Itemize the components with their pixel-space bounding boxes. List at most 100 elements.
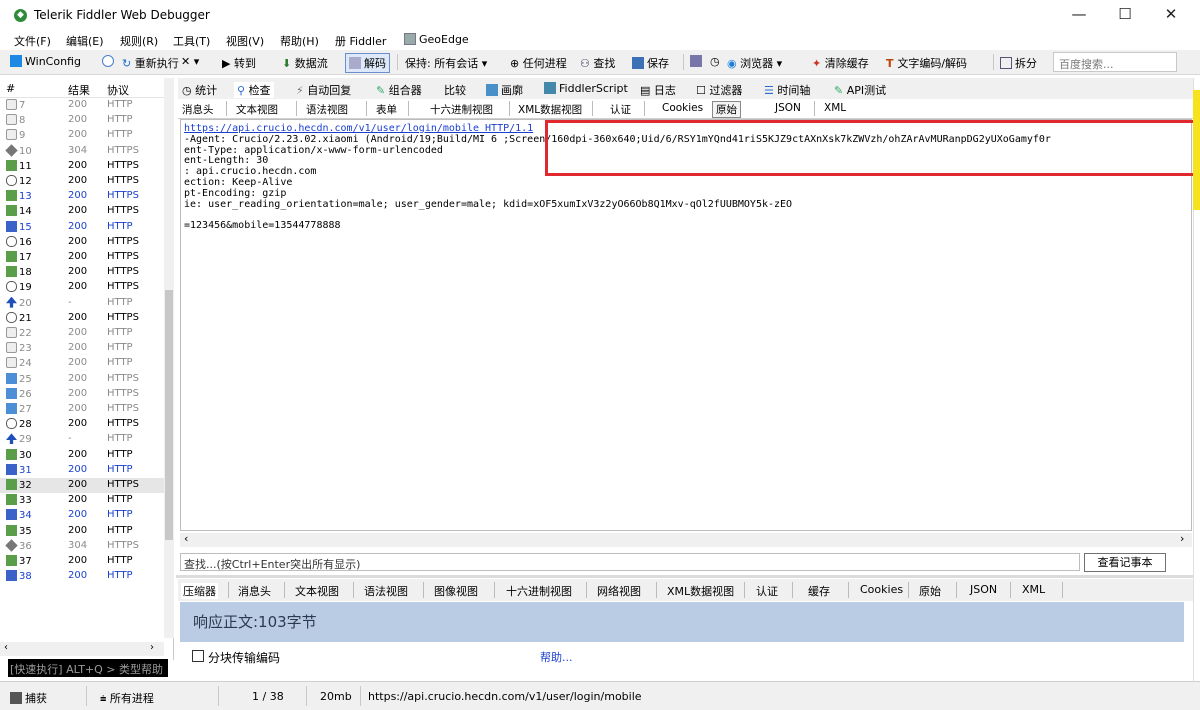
menu-view[interactable]: 视图(V) (226, 33, 264, 49)
session-row[interactable]: 17 200 HTTPS (0, 250, 164, 265)
replay-button[interactable]: ↻ 重新执行 (122, 55, 179, 71)
tab-resp-xml[interactable]: XML (1022, 583, 1045, 596)
column-header-protocol[interactable]: 协议 (107, 82, 129, 98)
scroll-right-icon[interactable]: › (150, 642, 154, 653)
session-row[interactable]: 14 200 HTTPS (0, 204, 164, 219)
session-row[interactable]: 7 200 HTTP (0, 98, 164, 113)
tab-resp-headers[interactable]: 消息头 (238, 583, 271, 599)
tab-req-xmlview[interactable]: XML数据视图 (516, 102, 584, 117)
session-row[interactable]: 37 200 HTTP (0, 554, 164, 569)
tearoff-button[interactable]: 拆分 (1000, 55, 1037, 71)
clear-cache-button[interactable]: ✦ 清除缓存 (812, 55, 869, 71)
winconfig-button[interactable]: WinConfig (10, 55, 81, 68)
session-row[interactable]: 22 200 HTTP (0, 326, 164, 341)
session-row[interactable]: 18 200 HTTPS (0, 265, 164, 280)
session-row[interactable]: 11 200 HTTPS (0, 159, 164, 174)
session-row[interactable]: 31 200 HTTP (0, 463, 164, 478)
menu-geoedge[interactable]: GeoEdge (404, 33, 469, 46)
tab-resp-imageview[interactable]: 图像视图 (434, 583, 478, 599)
session-row[interactable]: 30 200 HTTP (0, 448, 164, 463)
tab-filters[interactable]: ☐ 过滤器 (696, 82, 742, 98)
tab-composer[interactable]: ✎ 组合器 (376, 82, 422, 98)
menu-file[interactable]: 文件(F) (14, 33, 51, 49)
view-in-notepad-button[interactable]: 查看记事本 (1084, 553, 1166, 572)
tab-log[interactable]: ▤ 日志 (640, 82, 676, 98)
menu-fiddler[interactable]: 册 Fiddler (335, 33, 386, 49)
tab-req-cookies[interactable]: Cookies (660, 102, 705, 114)
go-button[interactable]: ▶ 转到 (222, 55, 256, 71)
session-row[interactable]: 21 200 HTTPS (0, 311, 164, 326)
session-row[interactable]: 38 200 HTTP (0, 569, 164, 584)
scroll-right-icon[interactable]: › (1180, 532, 1184, 545)
search-input[interactable]: 百度搜索... (1053, 52, 1177, 72)
session-row[interactable]: 10 304 HTTPS (0, 143, 164, 159)
tab-resp-syntaxview[interactable]: 语法视图 (364, 583, 408, 599)
tab-resp-xmlview[interactable]: XML数据视图 (667, 583, 734, 599)
timer-icon[interactable]: ◷ (710, 55, 720, 68)
maximize-button[interactable]: ☐ (1102, 0, 1148, 30)
browse-button[interactable]: ◉ 浏览器 ▾ (727, 55, 782, 71)
tab-req-textview[interactable]: 文本视图 (234, 102, 280, 117)
pane-splitter[interactable] (176, 575, 1193, 578)
process-filter[interactable]: ⩧ 所有进程 (100, 690, 154, 706)
tab-resp-textview[interactable]: 文本视图 (295, 583, 339, 599)
request-url-line[interactable]: https://api.crucio.hecdn.com/v1/user/log… (184, 123, 533, 134)
session-row[interactable]: 26 200 HTTPS (0, 387, 164, 402)
tab-req-raw[interactable]: 原始 (712, 101, 741, 118)
session-row[interactable]: 16 200 HTTPS (0, 235, 164, 250)
menu-rules[interactable]: 规则(R) (120, 33, 158, 49)
session-row[interactable]: 36 304 HTTPS (0, 539, 164, 554)
comment-icon[interactable] (102, 55, 117, 68)
remove-button[interactable]: ✕ ▾ (181, 55, 199, 68)
capture-toggle[interactable]: 捕获 (10, 690, 47, 706)
tab-req-syntaxview[interactable]: 语法视图 (304, 102, 350, 117)
menu-edit[interactable]: 编辑(E) (66, 33, 104, 49)
session-row[interactable]: 35 200 HTTP (0, 524, 164, 539)
tab-inspectors[interactable]: ⚲ 检查 (234, 82, 274, 98)
session-row[interactable]: 23 200 HTTP (0, 341, 164, 356)
session-row[interactable]: 9 200 HTTP (0, 128, 164, 143)
text-encode-button[interactable]: T 文字编码/解码 (886, 55, 967, 71)
session-row[interactable]: 8 200 HTTP (0, 113, 164, 128)
column-header-result[interactable]: 结果 (68, 82, 90, 98)
session-row[interactable]: 20 - HTTP (0, 296, 164, 311)
find-button[interactable]: ⚇ 查找 (580, 55, 615, 71)
save-button[interactable]: 保存 (632, 55, 669, 71)
tab-resp-hexview[interactable]: 十六进制视图 (506, 583, 572, 599)
chunked-encoding-checkbox[interactable] (192, 650, 204, 662)
session-list-scroll-thumb[interactable] (165, 290, 173, 540)
quickexec-input[interactable]: [快速执行] ALT+Q > 类型帮助 (8, 659, 168, 677)
screenshot-icon[interactable] (690, 55, 705, 68)
minimize-button[interactable]: — (1056, 0, 1102, 30)
column-header-number[interactable]: # (6, 82, 15, 95)
tab-req-json[interactable]: JSON (773, 102, 803, 114)
tab-req-headers[interactable]: 消息头 (180, 102, 216, 117)
stream-button[interactable]: ⬇ 数据流 (282, 55, 328, 71)
tab-resp-caching[interactable]: 缓存 (808, 583, 830, 599)
tab-timeline[interactable]: ☰ 时间轴 (764, 82, 810, 98)
tab-req-hexview[interactable]: 十六进制视图 (428, 102, 495, 117)
session-row[interactable]: 12 200 HTTPS (0, 174, 164, 189)
tab-resp-webview[interactable]: 网络视图 (597, 583, 641, 599)
tab-req-xml[interactable]: XML (822, 102, 848, 114)
session-row[interactable]: 25 200 HTTPS (0, 372, 164, 387)
session-list-horizontal-scrollbar[interactable]: ‹ › (0, 642, 164, 656)
session-row[interactable]: 27 200 HTTPS (0, 402, 164, 417)
menu-help[interactable]: 帮助(H) (280, 33, 319, 49)
tab-autoresponder[interactable]: ⚡ 自动回复 (296, 82, 351, 98)
session-row[interactable]: 15 200 HTTP (0, 220, 164, 235)
scroll-left-icon[interactable]: ‹ (4, 642, 8, 653)
tab-req-webforms[interactable]: 表单 (374, 102, 399, 117)
session-row[interactable]: 29 - HTTP (0, 432, 164, 447)
raw-request-textarea[interactable]: https://api.crucio.hecdn.com/v1/user/log… (180, 119, 1192, 531)
session-row[interactable]: 33 200 HTTP (0, 493, 164, 508)
tab-resp-cookies[interactable]: Cookies (860, 583, 903, 596)
scroll-left-icon[interactable]: ‹ (184, 532, 188, 545)
session-row[interactable]: 34 200 HTTP (0, 508, 164, 523)
tab-req-auth[interactable]: 认证 (608, 102, 633, 117)
session-row[interactable]: 19 200 HTTPS (0, 280, 164, 295)
help-link[interactable]: 帮助... (540, 649, 573, 665)
decode-button[interactable]: 解码 (345, 53, 390, 73)
tab-resp-json[interactable]: JSON (970, 583, 997, 596)
keep-sessions-dropdown[interactable]: 保持: 所有会话 ▾ (405, 55, 487, 71)
